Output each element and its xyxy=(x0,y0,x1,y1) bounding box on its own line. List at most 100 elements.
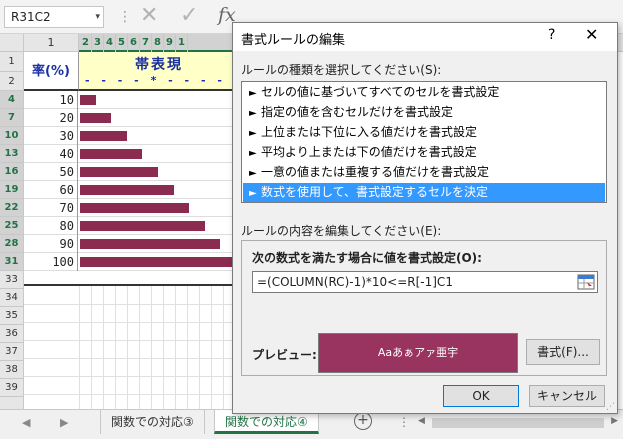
rule-type-label: 数式を使用して、書式設定するセルを決定 xyxy=(261,185,489,199)
table-row[interactable]: 70 xyxy=(24,199,239,217)
row-header[interactable]: 34 xyxy=(0,289,23,307)
tab-next-icon[interactable]: ▶ xyxy=(60,416,68,429)
table-row[interactable]: 60 xyxy=(24,181,239,199)
rate-value[interactable]: 80 xyxy=(24,217,78,235)
row-header[interactable]: 36 xyxy=(0,325,23,343)
table-row[interactable]: 20 xyxy=(24,109,239,127)
row-header[interactable]: 4 xyxy=(0,91,23,109)
rule-type-label: セルの値に基づいてすべてのセルを書式設定 xyxy=(261,85,500,99)
table-row[interactable]: 10 xyxy=(24,91,239,109)
rule-type-item[interactable]: ► 平均より上または下の値だけを書式設定 xyxy=(243,143,605,162)
select-all-corner[interactable] xyxy=(0,34,24,52)
rate-value[interactable]: 10 xyxy=(24,91,78,109)
more-icon[interactable]: ⋮ xyxy=(398,415,410,429)
row-header[interactable]: 38 xyxy=(0,361,23,379)
column-header[interactable]: 5 xyxy=(116,34,128,52)
band-header[interactable]: 帯表現 - - - - * - - - - xyxy=(79,52,239,91)
grid-line xyxy=(115,286,116,409)
rate-value[interactable]: 20 xyxy=(24,109,78,127)
row-header[interactable]: 2 xyxy=(0,72,23,91)
name-box-value: R31C2 xyxy=(11,10,51,24)
row-header[interactable]: 31 xyxy=(0,253,23,271)
rate-value[interactable]: 60 xyxy=(24,181,78,199)
formula-value: =(COLUMN(RC)-1)*10<=R[-1]C1 xyxy=(257,275,453,289)
row-header[interactable]: 35 xyxy=(0,307,23,325)
rate-header[interactable]: 率(%) xyxy=(24,52,79,91)
column-header-a[interactable]: 1 xyxy=(24,34,79,52)
dialog-title-bar[interactable]: 書式ルールの編集 ? ✕ xyxy=(233,23,617,51)
row-headers: 1 2 4 7 10 13 16 19 22 25 28 31 33 34 35 36 37 38 39 xyxy=(0,52,24,409)
data-bar xyxy=(80,257,236,267)
range-select-icon[interactable] xyxy=(577,274,595,290)
ok-button[interactable]: OK xyxy=(443,385,519,407)
row-header[interactable]: 33 xyxy=(0,271,23,289)
cancel-icon[interactable]: ✕ xyxy=(140,3,158,28)
data-bar xyxy=(80,167,158,177)
row-header[interactable]: 22 xyxy=(0,199,23,217)
row-header[interactable]: 39 xyxy=(0,379,23,397)
enter-icon[interactable]: ✓ xyxy=(180,3,198,28)
column-header[interactable]: 2 xyxy=(80,34,92,52)
column-header[interactable]: 8 xyxy=(152,34,164,52)
row-header[interactable]: 13 xyxy=(0,145,23,163)
grid-line xyxy=(151,286,152,409)
help-icon[interactable]: ? xyxy=(548,27,555,43)
rate-value[interactable]: 30 xyxy=(24,127,78,145)
cancel-button[interactable]: キャンセル xyxy=(529,385,605,407)
rule-type-item[interactable]: ► セルの値に基づいてすべてのセルを書式設定 xyxy=(243,83,605,102)
format-button[interactable]: 書式(F)... xyxy=(526,339,600,365)
rate-value[interactable]: 70 xyxy=(24,199,78,217)
table-row[interactable]: 90 xyxy=(24,235,239,253)
row-header[interactable]: 28 xyxy=(0,235,23,253)
table-row[interactable]: 80 xyxy=(24,217,239,235)
data-bar xyxy=(80,149,142,159)
chevron-down-icon[interactable]: ▾ xyxy=(95,7,100,27)
column-header[interactable]: 6 xyxy=(128,34,140,52)
row-header[interactable]: 37 xyxy=(0,343,23,361)
column-header[interactable]: 9 xyxy=(164,34,176,52)
rule-type-item[interactable]: ► 数式を使用して、書式設定するセルを決定 xyxy=(243,183,605,202)
formula-input[interactable]: =(COLUMN(RC)-1)*10<=R[-1]C1 xyxy=(252,271,598,293)
tab-prev-icon[interactable]: ◀ xyxy=(22,416,30,429)
column-header[interactable]: 3 xyxy=(92,34,104,52)
rate-value[interactable]: 40 xyxy=(24,145,78,163)
scroll-thumb[interactable] xyxy=(432,418,604,428)
row-header[interactable]: 19 xyxy=(0,181,23,199)
rate-value[interactable]: 90 xyxy=(24,235,78,253)
table-row[interactable]: 100 xyxy=(24,253,239,271)
grid-line xyxy=(24,340,239,341)
table-row[interactable]: 30 xyxy=(24,127,239,145)
data-bar xyxy=(80,239,220,249)
rate-value[interactable]: 100 xyxy=(24,253,78,271)
grid-line xyxy=(139,286,140,409)
rule-type-list[interactable]: ► セルの値に基づいてすべてのセルを書式設定 ► 指定の値を含むセルだけを書式設定 ► 上… xyxy=(241,81,607,203)
rule-type-item[interactable]: ► 指定の値を含むセルだけを書式設定 xyxy=(243,103,605,122)
scroll-right-icon[interactable]: ▶ xyxy=(611,416,618,426)
row-header[interactable]: 10 xyxy=(0,127,23,145)
add-sheet-icon[interactable]: + xyxy=(354,412,372,430)
data-bar xyxy=(80,185,174,195)
row-header[interactable]: 25 xyxy=(0,217,23,235)
horizontal-scrollbar[interactable]: ◀ ▶ xyxy=(418,416,618,430)
column-header[interactable]: 4 xyxy=(104,34,116,52)
column-header[interactable]: 7 xyxy=(140,34,152,52)
row-header[interactable]: 16 xyxy=(0,163,23,181)
close-icon[interactable]: ✕ xyxy=(585,25,598,44)
row-header[interactable]: 7 xyxy=(0,109,23,127)
grid-line xyxy=(91,286,92,409)
rule-type-label: 一意の値または重複する値だけを書式設定 xyxy=(261,165,490,179)
rule-type-item[interactable]: ► 上位または下位に入る値だけを書式設定 xyxy=(243,123,605,142)
resize-grip-icon[interactable]: ⋰ xyxy=(606,402,615,412)
rule-description-label: ルールの内容を編集してください(E): xyxy=(241,224,442,238)
table-row[interactable]: 50 xyxy=(24,163,239,181)
column-header[interactable]: 1 xyxy=(176,34,188,52)
drag-handle-icon[interactable]: ⋮ xyxy=(118,9,132,25)
grid-line xyxy=(24,376,239,377)
rate-value[interactable]: 50 xyxy=(24,163,78,181)
scroll-left-icon[interactable]: ◀ xyxy=(418,416,425,426)
table-row[interactable]: 40 xyxy=(24,145,239,163)
rule-type-item[interactable]: ► 一意の値または重複する値だけを書式設定 xyxy=(243,163,605,182)
name-box[interactable]: R31C2 ▾ xyxy=(4,6,104,28)
row-header[interactable]: 1 xyxy=(0,52,23,72)
sheet-tab-3[interactable]: 関数での対応③ xyxy=(100,410,205,434)
